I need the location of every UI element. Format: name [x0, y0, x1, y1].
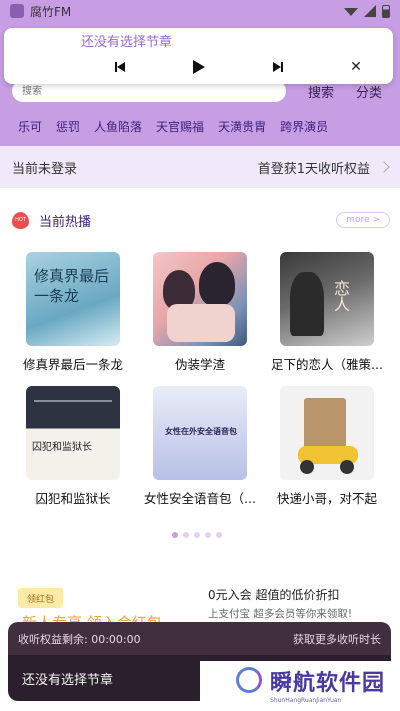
- tag-item[interactable]: 乐可: [18, 118, 42, 135]
- login-bar[interactable]: 当前未登录 首登获1天收听权益: [0, 146, 400, 188]
- tag-item[interactable]: 跨界演员: [280, 118, 328, 135]
- work-title: 伪装学渣: [174, 357, 225, 372]
- work-card[interactable]: 修真界最后一条龙 修真界最后一条龙: [10, 252, 136, 373]
- watermark: 瞬航软件园 ShunHangRuanJianYuan: [200, 661, 400, 711]
- character-art: [290, 272, 324, 336]
- cover-text: 囚犯和监狱长: [32, 442, 92, 453]
- battery-icon: [382, 4, 390, 18]
- promo-right-subtitle: 上支付宝 超多会员等你来领取!: [208, 608, 353, 620]
- get-more-time-link[interactable]: 获取更多收听时长: [293, 631, 381, 647]
- app-icon: [10, 4, 24, 18]
- wheel-art: [340, 460, 354, 474]
- listening-quota-bar: 收听权益剩余: 00:00:00 获取更多收听时长: [8, 622, 391, 655]
- work-title: 快递小哥，对不起: [276, 491, 377, 506]
- tag-row: 乐可 惩罚 人鱼陷落 天官赐福 天潢贵胄 跨界演员: [18, 118, 328, 135]
- tag-item[interactable]: 人鱼陷落: [94, 118, 142, 135]
- tag-item[interactable]: 天官赐福: [156, 118, 204, 135]
- quota-remaining: 收听权益剩余: 00:00:00: [18, 632, 141, 646]
- cover-text: 修真界最后一条龙: [34, 267, 110, 305]
- work-cover: 女性在外安全语音包: [153, 386, 247, 480]
- watermark-logo-icon: [236, 667, 262, 693]
- work-cover: [153, 252, 247, 346]
- red-packet-badge: 领红包: [18, 588, 63, 608]
- character-art: [199, 262, 235, 306]
- close-icon[interactable]: ✕: [347, 58, 365, 76]
- status-icons: [344, 4, 390, 18]
- bottom-player-title: 还没有选择节章: [22, 672, 114, 688]
- chevron-right-icon: [378, 161, 390, 173]
- work-card[interactable]: 伪装学渣: [137, 252, 263, 373]
- search-button[interactable]: 搜索: [308, 82, 334, 101]
- work-cover: 修真界最后一条龙: [26, 252, 120, 346]
- work-cover: 恋人: [280, 252, 374, 346]
- promo-banner[interactable]: 领红包 新人专享 领入会红包 0元入会 超值的低价折扣 上支付宝 超多会员等你来…: [0, 578, 400, 632]
- work-title: 修真界最后一条龙: [22, 357, 123, 372]
- hot-section-title: 当前热播: [39, 214, 92, 230]
- work-title: 女性安全语音包（...: [144, 491, 256, 506]
- promo-right-title: 0元入会 超值的低价折扣: [208, 588, 340, 602]
- work-card[interactable]: 囚犯和监狱长 囚犯和监狱长: [10, 386, 136, 507]
- watermark-subtitle: ShunHangRuanJianYuan: [270, 697, 342, 704]
- work-title: 囚犯和监狱长: [35, 491, 111, 506]
- tag-item[interactable]: 惩罚: [56, 118, 80, 135]
- more-button[interactable]: more >: [336, 212, 390, 228]
- carousel-dot[interactable]: [205, 532, 211, 538]
- signal-icon: [364, 5, 376, 17]
- mini-player-title: 还没有选择节章: [81, 35, 173, 50]
- parcel-art: [304, 398, 346, 448]
- work-cover: [280, 386, 374, 480]
- tag-item[interactable]: 天潢贵胄: [218, 118, 266, 135]
- work-card[interactable]: 女性在外安全语音包 女性安全语音包（...: [137, 386, 263, 507]
- cover-line: [34, 400, 112, 402]
- cover-text: 女性在外安全语音包: [165, 427, 237, 436]
- carousel-dots: [172, 532, 222, 538]
- hot-section-header: HOT 当前热播 more >: [12, 208, 390, 232]
- login-offer-group[interactable]: 首登获1天收听权益: [257, 158, 390, 177]
- watermark-title: 瞬航软件园: [270, 671, 386, 696]
- wheel-art: [300, 460, 314, 474]
- flame-icon: HOT: [12, 211, 29, 229]
- login-status: 当前未登录: [12, 161, 78, 177]
- work-title: 足下的恋人（雅策...: [271, 357, 383, 372]
- login-offer: 首登获1天收听权益: [257, 161, 370, 177]
- status-bar: 腐竹FM: [0, 0, 400, 22]
- carousel-dot[interactable]: [183, 532, 189, 538]
- work-cover: 囚犯和监狱长: [26, 386, 120, 480]
- status-app-name: 腐竹FM: [30, 4, 72, 19]
- play-icon[interactable]: [190, 58, 208, 76]
- work-card[interactable]: 快递小哥，对不起: [264, 386, 390, 507]
- previous-icon[interactable]: [111, 58, 129, 76]
- mini-player: 还没有选择节章 ✕: [4, 28, 393, 84]
- next-icon[interactable]: [269, 58, 287, 76]
- carousel-dot[interactable]: [194, 532, 200, 538]
- category-button[interactable]: 分类: [356, 82, 382, 101]
- wifi-icon: [344, 8, 358, 16]
- carousel-dot[interactable]: [216, 532, 222, 538]
- cover-text: 恋人: [331, 280, 350, 312]
- carousel-dot[interactable]: [172, 532, 178, 538]
- character-art: [167, 304, 235, 342]
- work-card[interactable]: 恋人 足下的恋人（雅策...: [264, 252, 390, 373]
